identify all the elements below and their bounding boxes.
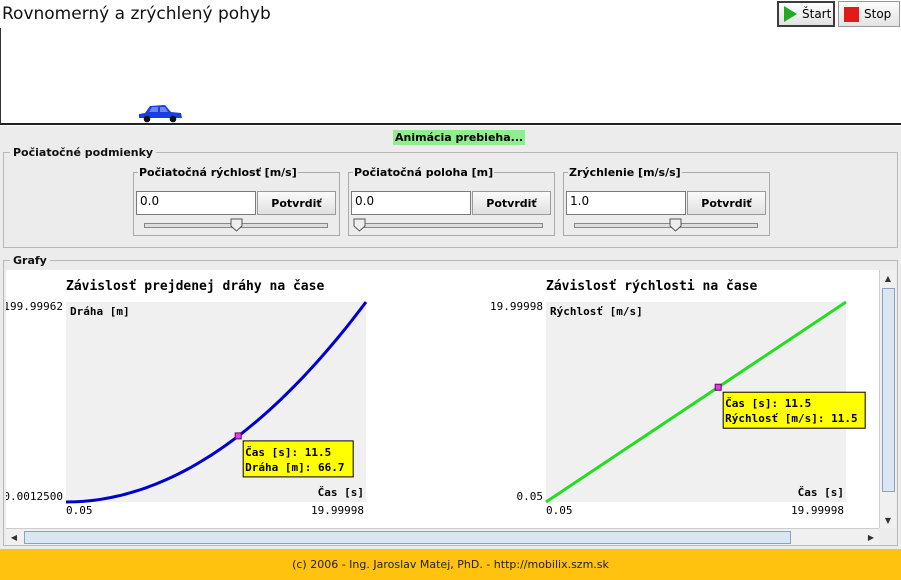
y-min-tick-label: 0.0012500: [6, 490, 63, 503]
horizontal-scroll-thumb[interactable]: [24, 531, 791, 544]
graph-panel: Závislosť prejdenej dráhy na čase 199.999…: [6, 270, 879, 528]
graphs-title: Grafy: [13, 254, 47, 267]
tooltip-value: Dráha [m]: 66.7: [245, 461, 344, 474]
scroll-up-icon[interactable]: ▲: [880, 270, 896, 286]
y-max-tick-label: 199.99962: [6, 300, 63, 313]
vertical-scrollbar[interactable]: ▲ ▼: [879, 270, 896, 528]
stop-button[interactable]: Stop: [838, 1, 900, 27]
confirm-position-button[interactable]: Potvrdiť: [472, 191, 551, 215]
x-min-tick-label: 0.05: [66, 504, 93, 517]
param-label: Zrýchlenie [m/s/s]: [568, 166, 682, 179]
param-initial-velocity: Počiatočná rýchlosť [m/s] 0.0 Potvrdiť: [133, 166, 340, 236]
chart-title: Závislosť rýchlosti na čase: [546, 279, 757, 294]
param-initial-position: Počiatočná poloha [m] 0.0 Potvrdiť: [348, 166, 555, 236]
ground-line: [0, 123, 901, 125]
tooltip-time: Čas [s]: 11.5: [245, 446, 331, 459]
velocity-slider-thumb[interactable]: [230, 218, 243, 232]
tooltip-time: Čas [s]: 11.5: [725, 397, 811, 410]
confirm-acceleration-button[interactable]: Potvrdiť: [687, 191, 766, 215]
confirm-velocity-button[interactable]: Potvrdiť: [257, 191, 336, 215]
x-axis-label: Čas [s]: [318, 486, 364, 499]
scroll-down-icon[interactable]: ▼: [880, 512, 896, 528]
x-max-tick-label: 19.99998: [791, 504, 844, 517]
y-min-tick-label: 0.05: [517, 490, 544, 503]
horizontal-scrollbar[interactable]: ◀ ▶: [6, 528, 879, 545]
x-min-tick-label: 0.05: [546, 504, 573, 517]
start-label: Štart: [802, 7, 832, 21]
play-icon: [784, 6, 797, 22]
position-slider-thumb[interactable]: [353, 218, 366, 232]
initial-conditions-title: Počiatočné podmienky: [13, 146, 154, 159]
footer: (c) 2006 - Ing. Jaroslav Matej, PhD. - h…: [0, 549, 901, 580]
status-label: Animácia prebieha...: [393, 130, 526, 145]
param-label: Počiatočná rýchlosť [m/s]: [138, 166, 298, 179]
track-start-line: [0, 28, 1, 124]
y-axis-label: Rýchlosť [m/s]: [550, 305, 643, 318]
stop-label: Stop: [864, 7, 892, 21]
charts-canvas: Závislosť prejdenej dráhy na čase199.999…: [6, 279, 866, 517]
scroll-right-icon[interactable]: ▶: [863, 529, 879, 545]
acceleration-slider-thumb[interactable]: [669, 218, 682, 232]
acceleration-input[interactable]: 1.0: [566, 191, 686, 215]
app-title: Rovnomerný a zrýchlený pohyb: [2, 4, 271, 24]
position-slider-track[interactable]: [359, 223, 543, 228]
car-icon: [138, 105, 182, 123]
current-point-marker: [714, 383, 722, 391]
chart-title: Závislosť prejdenej dráhy na čase: [66, 279, 324, 294]
acceleration-slider-track[interactable]: [574, 223, 758, 228]
current-point-marker: [234, 432, 242, 440]
x-axis-label: Čas [s]: [798, 486, 844, 499]
initial-position-input[interactable]: 0.0: [351, 191, 471, 215]
start-button[interactable]: Štart: [777, 1, 835, 27]
x-max-tick-label: 19.99998: [311, 504, 364, 517]
tooltip-value: Rýchlosť [m/s]: 11.5: [725, 412, 857, 425]
param-acceleration: Zrýchlenie [m/s/s] 1.0 Potvrdiť: [563, 166, 770, 236]
y-axis-label: Dráha [m]: [70, 305, 130, 318]
param-label: Počiatočná poloha [m]: [353, 166, 495, 179]
vertical-scroll-thumb[interactable]: [882, 288, 895, 492]
stop-icon: [844, 6, 859, 22]
initial-velocity-input[interactable]: 0.0: [136, 191, 256, 215]
scroll-left-icon[interactable]: ◀: [6, 529, 22, 545]
y-max-tick-label: 19.99998: [490, 300, 543, 313]
